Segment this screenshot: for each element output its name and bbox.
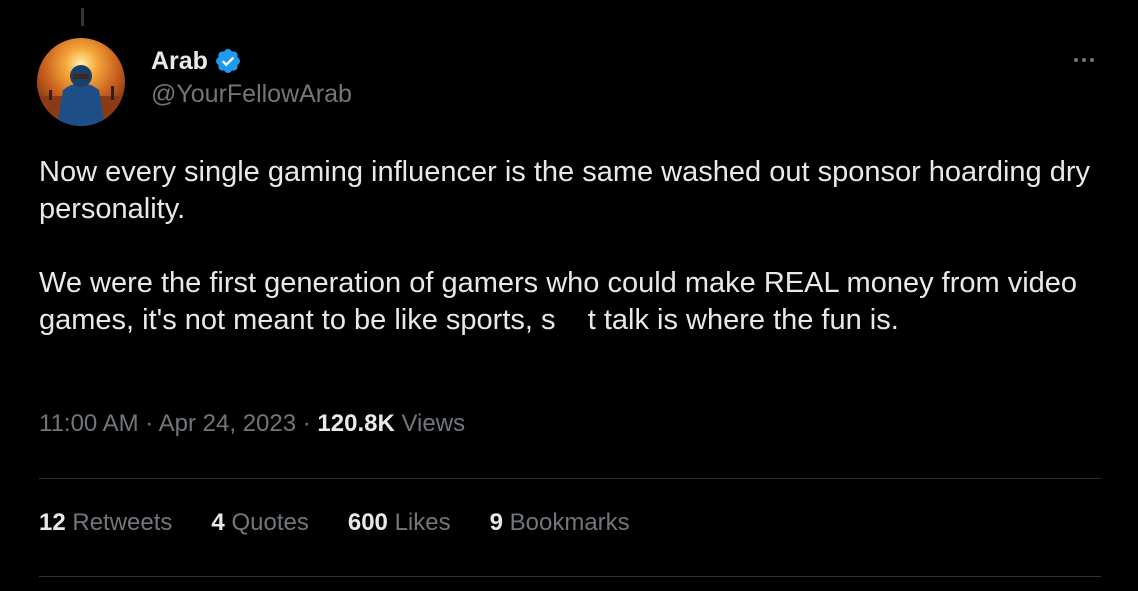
tweet-paragraph: Now every single gaming influencer is th…	[39, 156, 1091, 225]
tweet-paragraph: We were the first generation of gamers w…	[39, 267, 1086, 336]
retweets-label: Retweets	[72, 509, 173, 536]
meta-separator: ·	[302, 410, 311, 437]
divider	[39, 576, 1101, 577]
meta-separator: ·	[145, 410, 154, 437]
thread-connector-line	[81, 8, 84, 26]
profile-avatar-image	[37, 38, 125, 126]
views-count: 120.8K	[317, 410, 395, 437]
author-handle[interactable]: @YourFellowArab	[151, 80, 352, 109]
more-icon	[1090, 58, 1094, 62]
likes-label: Likes	[394, 509, 451, 536]
more-icon	[1082, 58, 1086, 62]
bookmarks-label: Bookmarks	[509, 509, 630, 536]
likes-stat[interactable]: 600 Likes	[348, 509, 451, 537]
tweet-time[interactable]: 11:00 AM	[39, 410, 139, 437]
author-name-row: Arab	[151, 44, 242, 78]
tweet-date[interactable]: Apr 24, 2023	[159, 410, 296, 437]
quotes-stat[interactable]: 4 Quotes	[211, 509, 308, 537]
likes-count: 600	[347, 509, 388, 536]
bookmarks-stat[interactable]: 9 Bookmarks	[490, 509, 630, 537]
verified-badge-icon[interactable]	[214, 47, 242, 75]
quotes-label: Quotes	[231, 509, 309, 536]
avatar[interactable]	[37, 38, 125, 126]
engagement-stats: 12 Retweets 4 Quotes 600 Likes 9 Bookmar…	[39, 509, 669, 537]
quotes-count: 4	[211, 509, 225, 536]
more-options-button[interactable]	[1062, 46, 1106, 74]
divider	[39, 478, 1101, 479]
tweet-meta: 11:00 AM · Apr 24, 2023 · 120.8K Views	[39, 410, 465, 438]
tweet-body: Now every single gaming influencer is th…	[39, 154, 1099, 339]
display-name[interactable]: Arab	[151, 47, 208, 76]
retweets-count: 12	[39, 509, 66, 536]
bookmarks-count: 9	[489, 509, 503, 536]
more-icon	[1074, 58, 1078, 62]
views-label: Views	[401, 410, 466, 437]
retweets-stat[interactable]: 12 Retweets	[39, 509, 172, 537]
